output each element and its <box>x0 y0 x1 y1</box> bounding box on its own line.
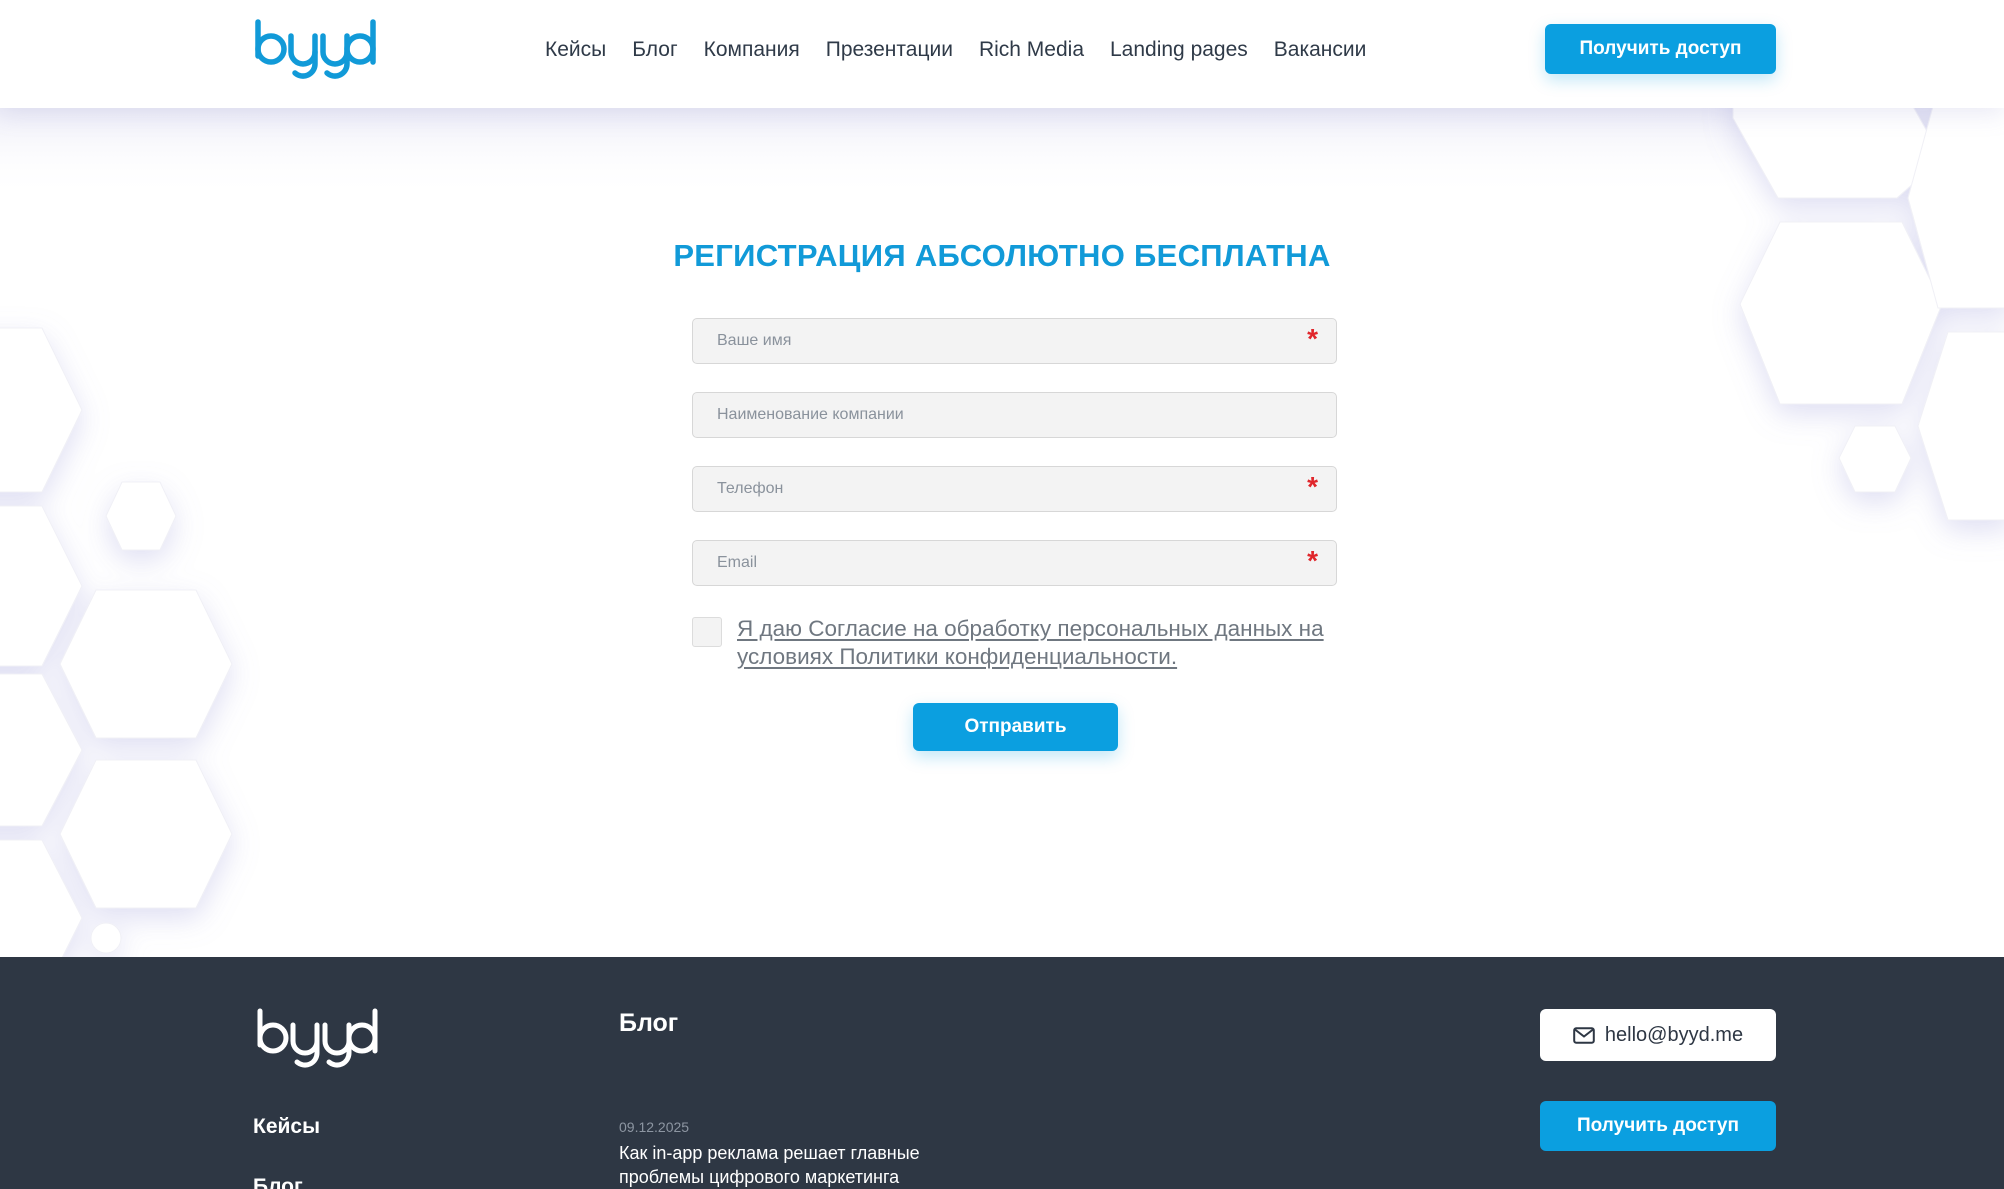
main-nav: Кейсы Блог Компания Презентации Rich Med… <box>532 0 1379 100</box>
company-field[interactable]: Наименование компании <box>692 392 1337 438</box>
hexagon-background <box>0 108 2004 957</box>
footer-link-cases[interactable]: Кейсы <box>253 1115 320 1139</box>
required-asterisk: * <box>1307 545 1318 576</box>
footer-logo-mark <box>257 1008 378 1068</box>
nav-item-rich-media[interactable]: Rich Media <box>979 38 1084 62</box>
nav-item-presentations[interactable]: Презентации <box>826 38 953 62</box>
footer-link-blog[interactable]: Блог <box>253 1175 303 1189</box>
consent-checkbox[interactable] <box>692 617 722 647</box>
footer-get-access-button[interactable]: Получить доступ <box>1540 1101 1776 1151</box>
nav-item-vacancies[interactable]: Вакансии <box>1274 38 1367 62</box>
nav-item-landing-pages[interactable]: Landing pages <box>1110 38 1248 62</box>
blog-post-date: 09.12.2025 <box>619 1119 690 1135</box>
email-button[interactable]: hello@byyd.me <box>1540 1009 1776 1061</box>
nav-item-company[interactable]: Компания <box>704 38 800 62</box>
registration-title: РЕГИСТРАЦИЯ АБСОЛЮТНО БЕСПЛАТНА <box>673 238 1331 273</box>
consent-row: Я даю Согласие на обработку персональных… <box>692 615 1337 671</box>
footer-byyd-logo[interactable] <box>255 1007 381 1069</box>
email-address: hello@byyd.me <box>1604 1023 1744 1046</box>
footer-blog-heading: Блог <box>619 1009 679 1037</box>
required-asterisk: * <box>1307 471 1318 502</box>
get-access-button[interactable]: Получить доступ <box>1545 24 1776 74</box>
required-asterisk: * <box>1307 323 1318 354</box>
email-field[interactable]: Email * <box>692 540 1337 586</box>
consent-link[interactable]: Я даю Согласие на обработку персональных… <box>737 615 1337 671</box>
byyd-logo-mark <box>255 19 376 79</box>
nav-item-cases[interactable]: Кейсы <box>545 38 606 62</box>
phone-field[interactable]: Телефон * <box>692 466 1337 512</box>
company-placeholder: Наименование компании <box>717 406 904 423</box>
name-placeholder: Ваше имя <box>717 332 792 349</box>
mail-icon <box>1573 1026 1595 1044</box>
blog-post-title[interactable]: Как in-app реклама решает главные пробле… <box>619 1141 959 1189</box>
byyd-logo[interactable] <box>253 18 379 80</box>
name-field[interactable]: Ваше имя * <box>692 318 1337 364</box>
site-footer: Кейсы Блог Блог 09.12.2025 Как in-app ре… <box>0 957 2004 1189</box>
submit-button[interactable]: Отправить <box>913 703 1118 751</box>
nav-item-blog[interactable]: Блог <box>632 38 677 62</box>
phone-placeholder: Телефон <box>717 480 784 497</box>
email-placeholder: Email <box>717 554 758 571</box>
site-header: Кейсы Блог Компания Презентации Rich Med… <box>0 0 2004 108</box>
